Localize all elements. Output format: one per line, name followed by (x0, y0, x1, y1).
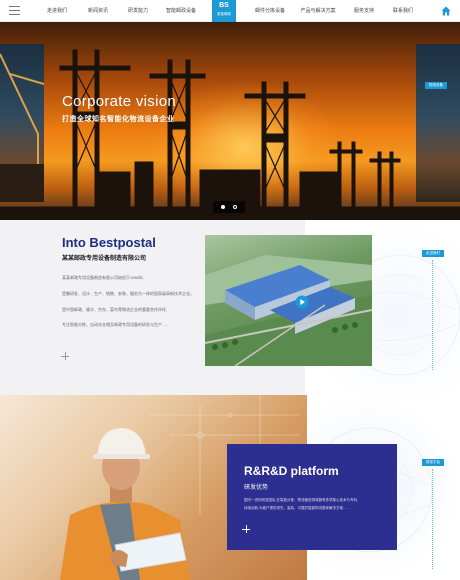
nav-item-rd[interactable]: 研发能力 (128, 7, 148, 14)
about-side-tag[interactable]: 走进我们 (422, 250, 444, 257)
logo-mark: BS (219, 2, 229, 9)
nav-item-smart-postal[interactable]: 智能邮政设备 (166, 7, 196, 14)
hero-subtitle: 打造全球知名智能化物流设备企业 (62, 116, 175, 123)
rd-side-line (432, 469, 433, 569)
hero-banner: 物流设备 Corporate vision 打造全球知名智能化物流设备企业 (0, 22, 460, 220)
home-icon[interactable] (441, 6, 451, 16)
hero-title: Corporate vision (62, 93, 177, 110)
rd-info-card (227, 444, 397, 550)
rd-side-tag[interactable]: 研发平台 (422, 459, 444, 466)
nav-item-service[interactable]: 服务支持 (354, 7, 374, 14)
prev-slide-crane (0, 53, 44, 202)
nav-item-about[interactable]: 走进我们 (47, 7, 67, 14)
nav-item-sorting[interactable]: 邮件分拣设备 (255, 7, 285, 14)
brand-logo[interactable]: BS 某某邮政 (212, 0, 236, 22)
slide-pagination[interactable] (213, 201, 245, 213)
logo-text: 某某邮政 (217, 12, 231, 16)
prev-slide-thumbnail[interactable] (0, 44, 44, 202)
slide-dot[interactable] (233, 205, 237, 209)
play-video-icon[interactable] (295, 295, 309, 309)
about-paragraph-2: 是集研发、设计、生产、销售、安装、服务为一体的国家级高新技术企业。 (62, 291, 194, 296)
about-paragraph-1: 某某邮政专用设备制造有限公司始创于1958年, (62, 275, 145, 280)
top-nav: 走进我们 新闻资讯 研发能力 智能邮政设备 BS 某某邮政 邮件分拣设备 产品与… (0, 0, 460, 22)
about-side-line (432, 260, 433, 370)
next-slide-thumbnail[interactable]: 物流设备 (416, 44, 460, 202)
about-paragraph-3: 是中国邮政、顺丰、京东、菜鸟等物流企业的重要合作伙伴, (62, 307, 168, 312)
slide-dot-active[interactable] (221, 205, 225, 209)
about-more-plus-icon[interactable] (61, 352, 69, 360)
nav-item-contact[interactable]: 联系我们 (393, 7, 413, 14)
nav-item-news[interactable]: 新闻资讯 (88, 7, 108, 14)
next-slide-tag: 物流设备 (425, 82, 447, 89)
rd-subtitle: 研发优势 (244, 485, 269, 491)
factory-aerial-drawing (205, 255, 372, 366)
rd-paragraph-1: 国内一流的研发团队,在智能分拣、物流输送领域拥有多项核心技术与专利, (244, 498, 358, 502)
about-paragraph-4: 专注智能分拣、自动化仓储及邮政专用设备的研发与生产…… (62, 322, 170, 327)
menu-icon[interactable] (9, 6, 20, 15)
about-subtitle: 某某邮政专用设备制造有限公司 (62, 256, 147, 262)
rd-more-plus-icon[interactable] (242, 525, 250, 533)
factory-aerial-image (205, 235, 372, 366)
nav-item-products[interactable]: 产品与解决方案 (300, 7, 335, 14)
about-title: Into Bestpostal (62, 235, 156, 250)
rd-title: R&R&D platform (244, 464, 339, 478)
rd-paragraph-2: 持续创新,为客户提供领先、高效、可靠的智能物流整体解决方案…… (244, 506, 350, 510)
